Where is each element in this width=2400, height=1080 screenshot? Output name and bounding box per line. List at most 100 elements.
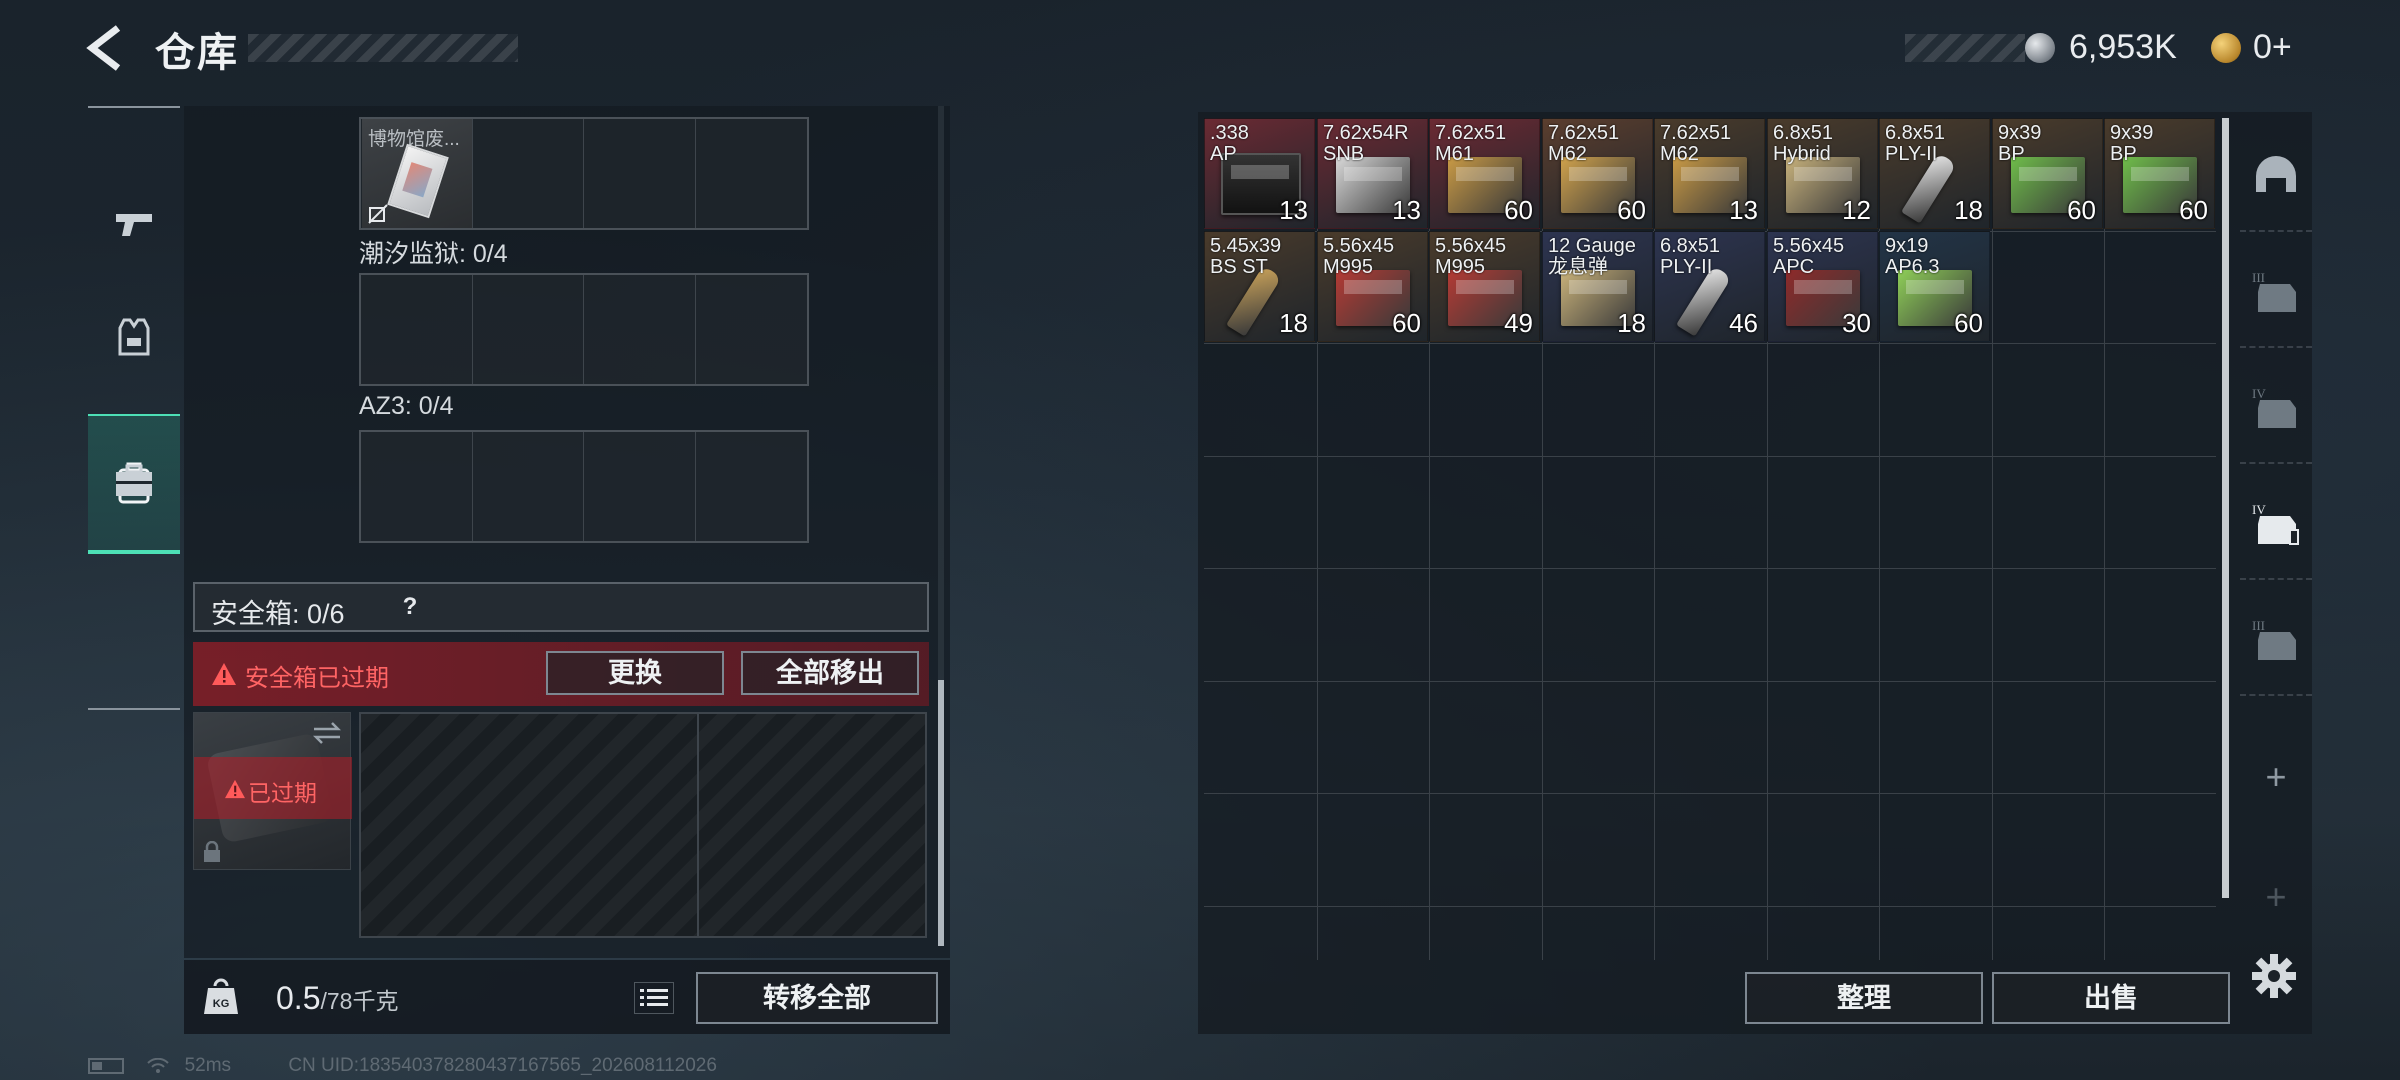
ammo-name: 5.45x39 BS ST [1210,235,1282,278]
category-rail: III IV IV III + + [2240,112,2312,962]
list-view-button[interactable] [634,982,674,1014]
rail-helmet[interactable] [2240,122,2312,232]
rail-rig-iv[interactable]: IV [2240,470,2312,580]
item-card-image [387,143,449,219]
grid-line [1204,906,2216,907]
ammo-item[interactable]: 6.8x51 PLY-II 18 [1879,118,1990,229]
ammo-item[interactable]: 5.56x45 APC 30 [1767,231,1878,342]
loadout-scrollbar-thumb[interactable] [938,680,944,946]
ammo-item[interactable]: 5.45x39 BS ST 18 [1204,231,1315,342]
ammo-item[interactable]: 7.62x51 M62 13 [1654,118,1765,229]
container-grid[interactable]: 博物馆废... [359,117,809,230]
ammo-item[interactable]: 7.62x51 M62 60 [1542,118,1653,229]
museum-item[interactable]: 博物馆废... [362,119,472,228]
ammo-name: 9x39 BP [1998,122,2042,165]
az3-label: AZ3: 0/4 [359,392,454,420]
ping-text: 52ms [184,1055,232,1076]
ammo-name: 9x19 AP6.3 [1885,235,1940,278]
ammo-name: 12 Gauge 龙息弹 [1548,235,1636,278]
grid-line [1204,793,2216,794]
safe-box-item[interactable]: 已过期 [193,712,352,870]
ammo-name: 7.62x54R SNB [1323,122,1409,165]
ammo-count: 60 [1392,308,1421,338]
armor-iv-icon: IV [2252,386,2296,428]
move-all-out-button[interactable]: 全部移出 [741,651,919,695]
ammo-item[interactable]: 5.56x45 M995 60 [1317,231,1428,342]
sort-button[interactable]: 整理 [1745,972,1983,1024]
ammo-count: 18 [1279,308,1308,338]
ammo-count: 18 [1617,308,1646,338]
svg-text:III: III [2252,618,2265,633]
ammo-item[interactable]: 6.8x51 PLY-II 46 [1654,231,1765,342]
tab-gear[interactable] [88,266,180,406]
ammo-count: 60 [1954,308,1983,338]
ammo-item[interactable]: 9x39 BP 60 [1992,118,2103,229]
add-slot-icon[interactable]: + [2240,756,2312,798]
rail-armor-iv[interactable]: IV [2240,354,2312,464]
svg-text:III: III [2252,270,2265,285]
replace-button[interactable]: 更换 [546,651,724,695]
safe-box-alert: 安全箱已过期 更换 全部移出 [193,642,929,706]
safe-box-header: 安全箱: 0/6 ? [193,582,929,632]
tab-case[interactable] [88,410,180,550]
warehouse-scrollbar[interactable] [2222,118,2229,898]
ammo-count: 46 [1729,308,1758,338]
ammo-name: 7.62x51 M62 [1660,122,1732,165]
weight-kg-icon: KG [204,978,238,1014]
ammo-name: 6.8x51 PLY-II [1660,235,1721,278]
rail-armor-iii[interactable]: III [2240,238,2312,348]
ammo-item[interactable]: 6.8x51 Hybrid 12 [1767,118,1878,229]
armor-iii-icon: III [2252,618,2296,660]
tidal-prison-grid[interactable] [359,273,809,386]
ammo-name: 5.56x45 APC [1773,235,1845,278]
ammo-item[interactable]: 9x39 BP 60 [2104,118,2215,229]
ammo-count: 49 [1504,308,1533,338]
warehouse-grid[interactable]: .338 AP 13 7.62x54R SNB 13 7.62x51 M61 60 7.62… [1204,118,2216,960]
warning-icon [212,663,236,685]
ammo-item[interactable]: .338 AP 13 [1204,118,1315,229]
helmet-icon [2256,156,2296,192]
svg-text:KG: KG [213,998,230,1010]
vest-icon [118,318,150,356]
gold-amount[interactable]: 0+ [2253,28,2292,67]
rig-iv-icon: IV [2252,502,2299,545]
back-arrow-icon[interactable] [84,24,128,72]
lock-icon [204,841,220,862]
ammo-name: 9x39 BP [2110,122,2154,165]
transfer-all-button[interactable]: 转移全部 [696,972,938,1024]
ammo-item[interactable]: 7.62x54R SNB 13 [1317,118,1428,229]
case-expired-label: 已过期 [248,780,317,806]
category-sidebar [88,106,180,710]
ammo-name: 5.56x45 M995 [1323,235,1395,278]
help-icon[interactable]: ? [393,590,427,624]
ammo-name: 5.56x45 M995 [1435,235,1507,278]
ammo-item[interactable]: 12 Gauge 龙息弹 18 [1542,231,1653,342]
ammo-item[interactable]: 9x19 AP6.3 60 [1879,231,1990,342]
grid-line [1992,118,1993,960]
ammo-count: 60 [2067,195,2096,225]
grid-line [1204,343,2216,344]
sell-button[interactable]: 出售 [1992,972,2230,1024]
ammo-name: 6.8x51 PLY-II [1885,122,1946,165]
status-bar: 52ms CN UID:183540378280437167565_202608… [88,1055,717,1077]
weight-bar: KG 0.5/78千克 转移全部 [184,960,950,1034]
settings-gear-icon[interactable] [2250,952,2298,1000]
tidal-prison-label: 潮汐监狱: 0/4 [359,240,508,268]
rail-armor-iii-2[interactable]: III [2240,586,2312,696]
toolbox-icon [116,464,152,496]
grid-line [1204,568,2216,569]
ammo-item[interactable]: 7.62x51 M61 60 [1429,118,1540,229]
ammo-count: 60 [2179,195,2208,225]
swap-icon[interactable] [312,721,342,745]
ammo-count: 13 [1279,195,1308,225]
ammo-count: 13 [1392,195,1421,225]
title-decoration [248,34,518,62]
ammo-name: 7.62x51 M62 [1548,122,1620,165]
safe-box-slots[interactable] [359,712,927,938]
ammo-count: 30 [1842,308,1871,338]
currency-decoration [1905,34,2025,62]
not-insured-icon [368,204,388,224]
az3-grid[interactable] [359,430,809,543]
ammo-name: 7.62x51 M61 [1435,122,1507,165]
ammo-item[interactable]: 5.56x45 M995 49 [1429,231,1540,342]
